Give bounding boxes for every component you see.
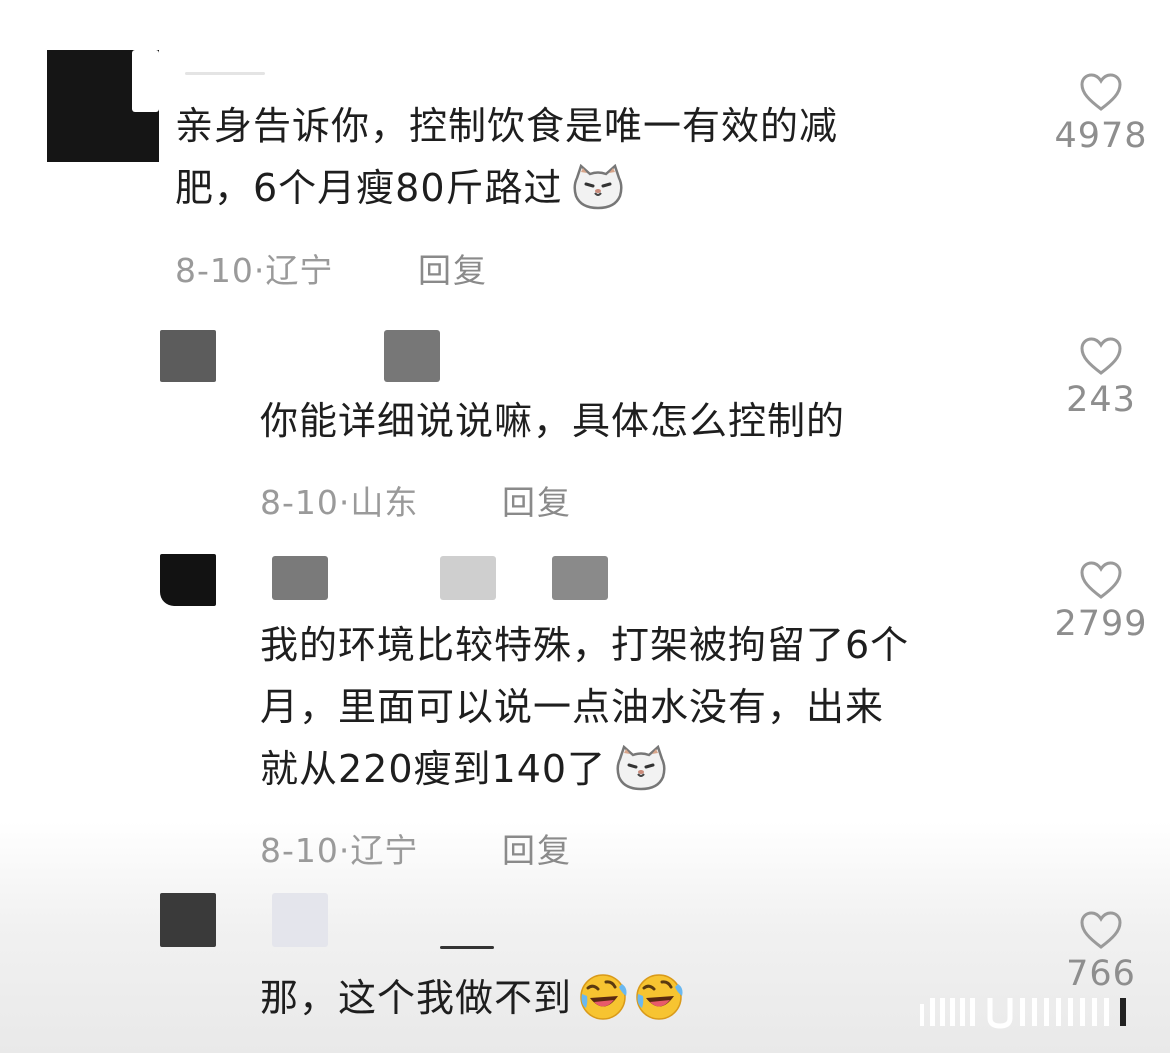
comment-text: 亲身告诉你，控制饮食是唯一有效的减 肥，6个月瘦80斤路过	[175, 104, 839, 210]
avatar-corner-cutout	[132, 50, 159, 112]
username-blur	[440, 556, 496, 600]
rolling-laughing-emoji	[634, 972, 684, 1022]
username-blur	[185, 72, 265, 75]
cat-face-emoji	[571, 163, 625, 210]
like-button[interactable]: 2799	[1046, 560, 1156, 644]
comment-date-location: 8-10·辽宁	[175, 251, 334, 290]
avatar[interactable]	[160, 893, 216, 947]
heart-icon	[1080, 337, 1122, 375]
comment-date-location: 8-10·辽宁	[260, 831, 419, 870]
rolling-laughing-emoji	[578, 972, 628, 1022]
reply-button[interactable]: 回复	[502, 476, 572, 524]
username-blur	[272, 556, 328, 600]
username-blur	[384, 330, 440, 382]
like-button[interactable]: 4978	[1046, 72, 1156, 156]
avatar[interactable]	[160, 554, 216, 606]
like-count: 2799	[1054, 604, 1148, 644]
like-count: 243	[1066, 380, 1136, 420]
comment-date-location: 8-10·山东	[260, 483, 419, 522]
cat-face-emoji	[614, 744, 668, 791]
username-blur	[272, 893, 328, 947]
comment-text: 我的环境比较特殊，打架被拘留了6个 月，里面可以说一点油水没有，出来 就从220…	[260, 623, 910, 791]
heart-icon	[1080, 561, 1122, 599]
username-blur	[552, 556, 608, 600]
like-count: 766	[1066, 954, 1136, 994]
comment-text: 你能详细说说嘛，具体怎么控制的	[260, 399, 846, 443]
heart-icon	[1080, 73, 1122, 111]
like-button[interactable]: 243	[1046, 336, 1156, 420]
heart-icon	[1080, 911, 1122, 949]
avatar[interactable]	[160, 330, 216, 382]
like-count: 4978	[1054, 116, 1148, 156]
comment-text: 那，这个我做不到	[260, 967, 684, 1029]
reply-button[interactable]: 回复	[418, 244, 488, 292]
username-blur	[440, 946, 494, 949]
watermark-logo-icon	[920, 998, 1126, 1029]
reply-button[interactable]: 回复	[502, 824, 572, 872]
like-button[interactable]: 766	[1046, 910, 1156, 994]
